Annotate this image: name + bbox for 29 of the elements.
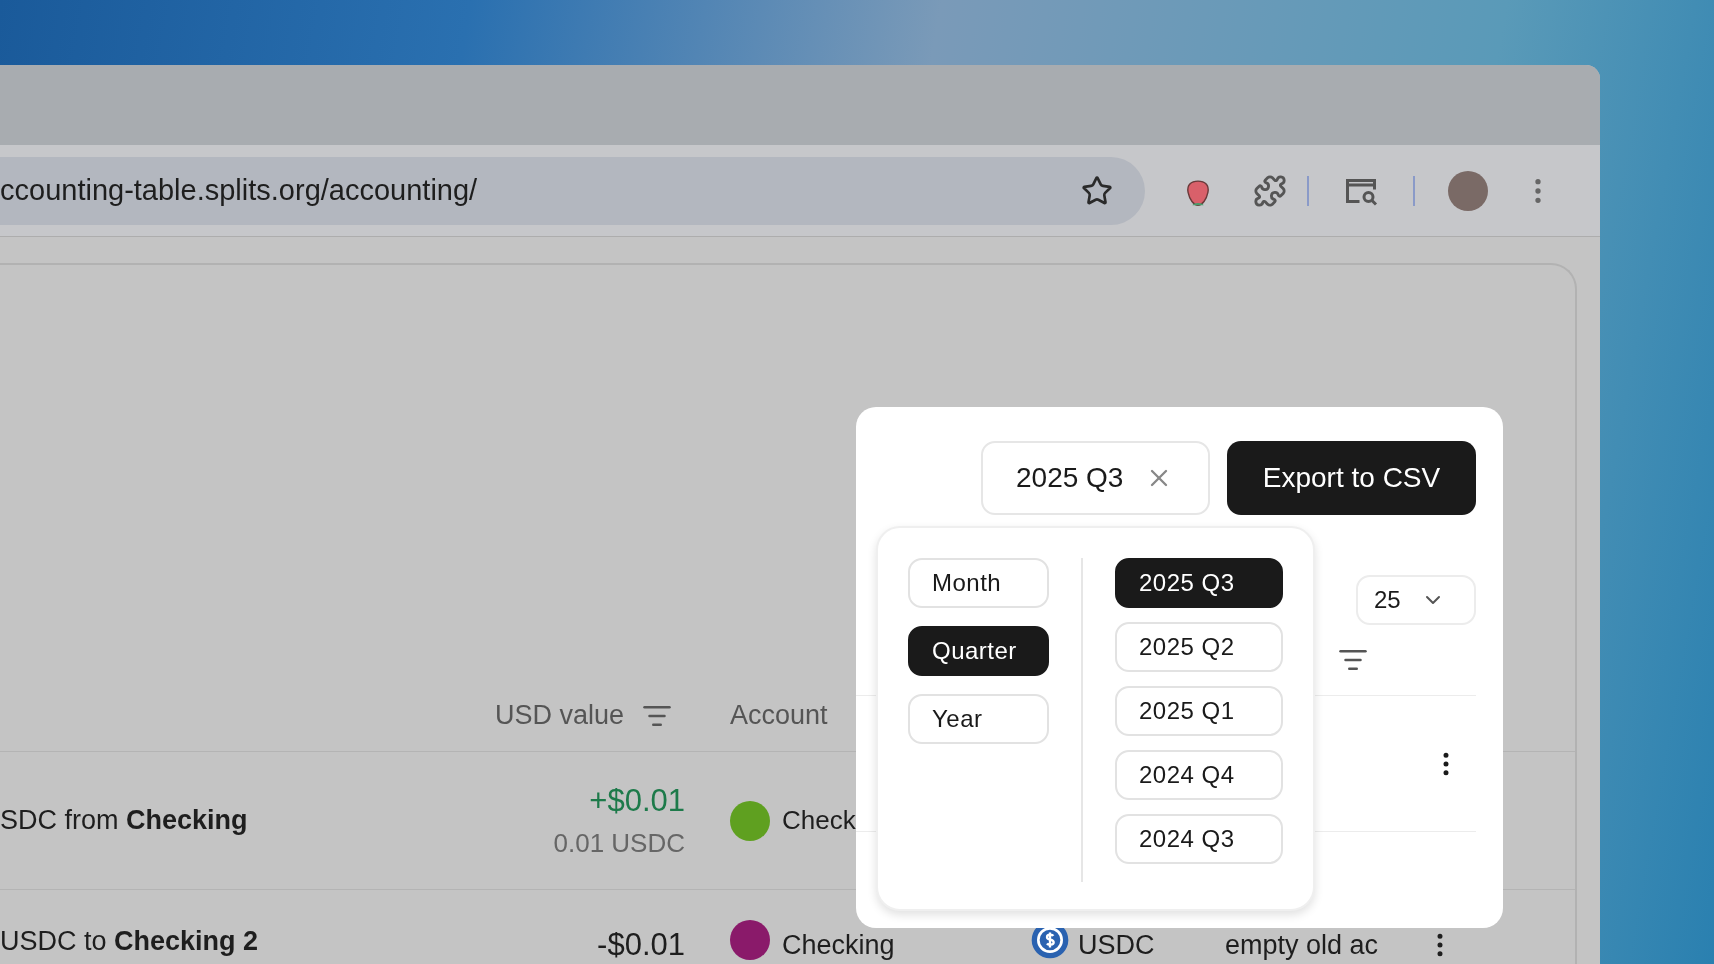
bookmark-star-icon[interactable] bbox=[1081, 174, 1113, 207]
option-pill[interactable]: Year bbox=[908, 694, 1049, 744]
account-name: Checking bbox=[782, 930, 896, 960]
page-size-select[interactable]: 25 bbox=[1356, 575, 1476, 625]
column-header: USD value bbox=[495, 699, 625, 733]
option-pill[interactable]: 2025 Q3 bbox=[1115, 558, 1283, 608]
option-pill[interactable]: 2024 Q3 bbox=[1115, 814, 1283, 864]
chip-label: 2025 Q3 bbox=[1016, 461, 1124, 495]
memo-text: empty old ac bbox=[1225, 930, 1380, 960]
period-filter-chip[interactable]: 2025 Q3 bbox=[981, 441, 1210, 515]
transaction-description: USDC to Checking 2 bbox=[0, 926, 259, 956]
url-text: ccounting-table.splits.org/accounting/ bbox=[0, 172, 478, 208]
account-name: Check bbox=[782, 804, 856, 837]
usd-amount: +$0.01 bbox=[589, 781, 685, 820]
option-pill[interactable]: Month bbox=[908, 558, 1049, 608]
address-bar[interactable]: ccounting-table.splits.org/accounting/ bbox=[0, 156, 1145, 225]
option-pill[interactable]: 2025 Q2 bbox=[1115, 622, 1283, 672]
option-pill[interactable]: Quarter bbox=[908, 626, 1049, 676]
option-pill[interactable]: 2025 Q1 bbox=[1115, 686, 1283, 736]
usd-amount: -$0.01 bbox=[597, 930, 685, 960]
token-amount: 0.01 USDC bbox=[553, 827, 685, 861]
token-name: USDC bbox=[1078, 930, 1156, 960]
extensions-icon[interactable] bbox=[1253, 173, 1287, 208]
transaction-description: SDC from Checking bbox=[0, 804, 249, 838]
profile-avatar[interactable] bbox=[1448, 170, 1488, 211]
select-value: 25 bbox=[1374, 585, 1401, 615]
export-button[interactable]: Export to CSV bbox=[1227, 441, 1476, 515]
option-pill[interactable]: 2024 Q4 bbox=[1115, 750, 1283, 800]
column-header: Account bbox=[730, 699, 828, 733]
